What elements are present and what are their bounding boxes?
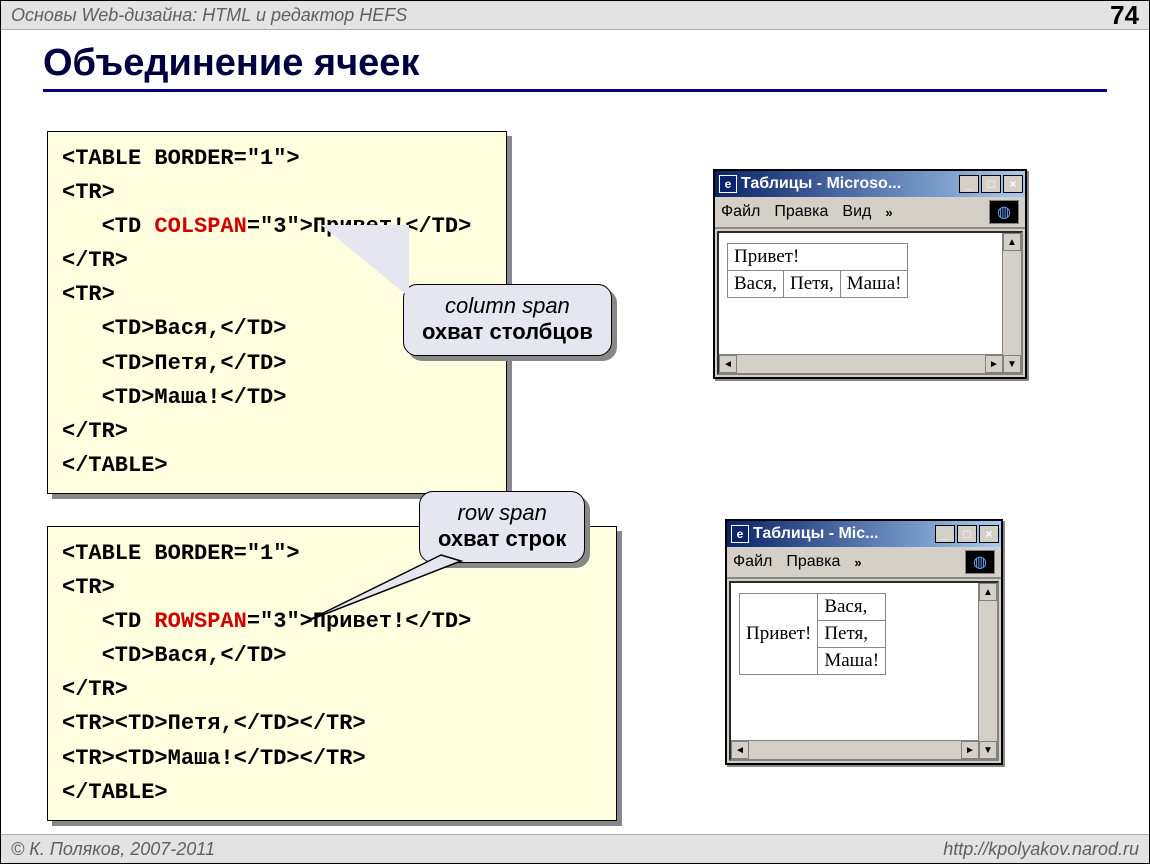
cell: Вася,	[818, 594, 886, 621]
code-line: <TR>	[62, 282, 115, 307]
header-title: Основы Web-дизайна: HTML и редактор HEFS	[11, 5, 407, 26]
scroll-left-icon[interactable]: ◄	[731, 741, 749, 759]
minimize-button[interactable]: _	[935, 525, 955, 543]
cell: Привет!	[740, 594, 818, 675]
menu-edit[interactable]: Правка	[774, 203, 828, 221]
code-line: <TR>	[62, 180, 115, 205]
window-title: Таблицы - Mic...	[753, 525, 878, 543]
scroll-left-icon[interactable]: ◄	[719, 355, 737, 373]
header-bar: Основы Web-дизайна: HTML и редактор HEFS…	[1, 1, 1149, 30]
page-number: 74	[1110, 0, 1139, 31]
scrollbar-horizontal[interactable]: ◄ ►	[731, 740, 979, 759]
code-line: </TABLE>	[62, 780, 168, 805]
browser-window-2: e Таблицы - Mic... _ □ × Файл Правка » ◍…	[725, 519, 1003, 765]
scroll-down-icon[interactable]: ▼	[1003, 355, 1021, 373]
close-button[interactable]: ×	[979, 525, 999, 543]
cell: Вася,	[728, 271, 784, 298]
rendered-table-colspan: Привет! Вася, Петя, Маша!	[727, 243, 908, 298]
code-line: </TR>	[62, 248, 128, 273]
callout-tail	[321, 225, 409, 297]
menu-view[interactable]: Вид	[842, 203, 871, 221]
maximize-button[interactable]: □	[957, 525, 977, 543]
scroll-right-icon[interactable]: ►	[985, 355, 1003, 373]
callout-rowspan: row span охват строк	[419, 491, 585, 563]
rendered-table-rowspan: Привет! Вася, Петя, Маша!	[739, 593, 886, 675]
maximize-button[interactable]: □	[981, 175, 1001, 193]
code-line: <TR><TD>Маша!</TD></TR>	[62, 746, 366, 771]
browser-window-1: e Таблицы - Microso... _ □ × Файл Правка…	[713, 169, 1027, 379]
callout-en: row span	[438, 500, 566, 526]
callout-colspan: column span охват столбцов	[403, 284, 612, 356]
client-area: Привет! Вася, Петя, Маша! ▲ ▼ ◄ ►	[717, 231, 1023, 375]
code-line: <TD	[62, 214, 154, 239]
callout-ru: охват строк	[438, 526, 566, 552]
code-line: <TD>Петя,</TD>	[62, 351, 286, 376]
scrollbar-horizontal[interactable]: ◄ ►	[719, 354, 1003, 373]
code-line: <TABLE BORDER="1">	[62, 541, 300, 566]
scroll-up-icon[interactable]: ▲	[979, 583, 997, 601]
callout-en: column span	[422, 293, 593, 319]
menu-more-icon[interactable]: »	[854, 555, 861, 570]
footer-url: http://kpolyakov.narod.ru	[943, 839, 1139, 860]
slide-title: Объединение ячеек	[43, 42, 1149, 85]
footer-bar: © К. Поляков, 2007-2011 http://kpolyakov…	[1, 834, 1149, 863]
ie-icon: e	[719, 175, 737, 193]
titlebar: e Таблицы - Mic... _ □ ×	[727, 521, 1001, 547]
code-line: <TD>Маша!</TD>	[62, 385, 286, 410]
minimize-button[interactable]: _	[959, 175, 979, 193]
code-line: <TABLE BORDER="1">	[62, 146, 300, 171]
code-line: <TD	[62, 609, 154, 634]
menu-file[interactable]: Файл	[733, 553, 772, 571]
code-line: </TR>	[62, 677, 128, 702]
throbber-icon: ◍	[989, 200, 1019, 224]
menu-file[interactable]: Файл	[721, 203, 760, 221]
scroll-down-icon[interactable]: ▼	[979, 741, 997, 759]
window-title: Таблицы - Microso...	[741, 175, 901, 193]
callout-tail-svg	[301, 555, 461, 635]
code-line: <TD>Вася,</TD>	[62, 316, 286, 341]
footer-copyright: © К. Поляков, 2007-2011	[11, 839, 215, 860]
slide: Основы Web-дизайна: HTML и редактор HEFS…	[0, 0, 1150, 864]
code-line: </TABLE>	[62, 453, 168, 478]
cell: Петя,	[784, 271, 841, 298]
scrollbar-vertical[interactable]: ▲ ▼	[978, 583, 997, 759]
callout-ru: охват столбцов	[422, 319, 593, 345]
scrollbar-vertical[interactable]: ▲ ▼	[1002, 233, 1021, 373]
code-line: <TR>	[62, 575, 115, 600]
cell: Маша!	[818, 648, 886, 675]
code-line: <TD>Вася,</TD>	[62, 643, 286, 668]
cell: Петя,	[818, 621, 886, 648]
code-keyword-rowspan: ROWSPAN	[154, 609, 246, 634]
titlebar: e Таблицы - Microso... _ □ ×	[715, 171, 1025, 197]
menu-edit[interactable]: Правка	[786, 553, 840, 571]
code-line: </TR>	[62, 419, 128, 444]
menubar: Файл Правка Вид » ◍	[715, 197, 1025, 229]
menu-more-icon[interactable]: »	[885, 205, 892, 220]
throbber-icon: ◍	[965, 550, 995, 574]
scroll-right-icon[interactable]: ►	[961, 741, 979, 759]
client-area: Привет! Вася, Петя, Маша! ▲ ▼ ◄ ►	[729, 581, 999, 761]
menubar: Файл Правка » ◍	[727, 547, 1001, 579]
cell: Привет!	[728, 244, 908, 271]
code-keyword-colspan: COLSPAN	[154, 214, 246, 239]
scroll-up-icon[interactable]: ▲	[1003, 233, 1021, 251]
code-line: <TR><TD>Петя,</TD></TR>	[62, 711, 366, 736]
cell: Маша!	[840, 271, 908, 298]
ie-icon: e	[731, 525, 749, 543]
title-underline	[43, 89, 1107, 92]
close-button[interactable]: ×	[1003, 175, 1023, 193]
